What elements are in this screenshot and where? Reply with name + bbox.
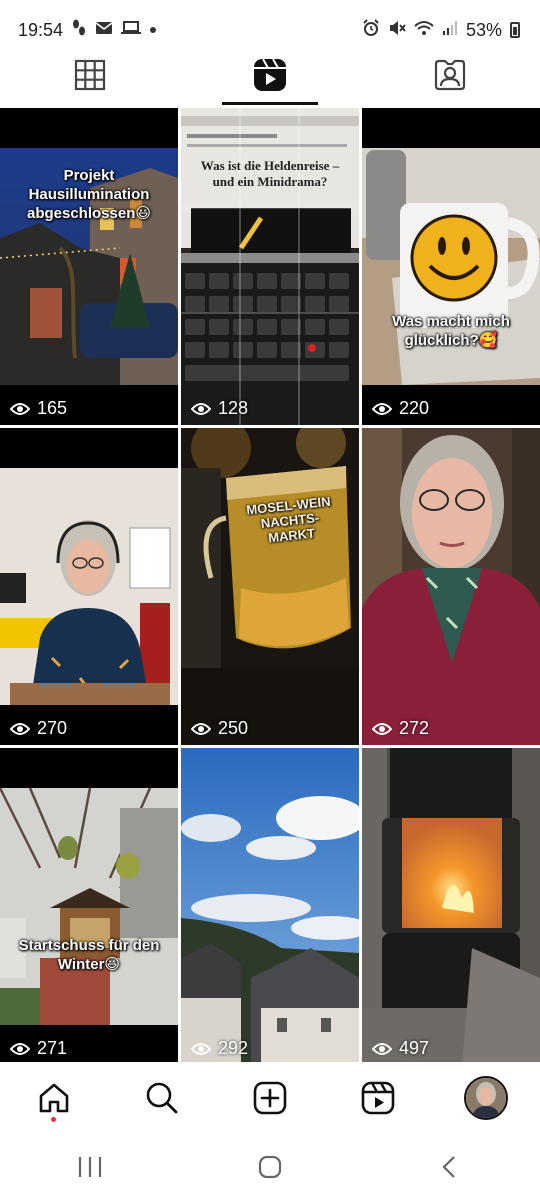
tagged-icon [434,59,466,91]
nav-reels[interactable] [348,1068,408,1128]
battery-percent: 53% [465,19,502,40]
reel-thumbnail [181,428,359,745]
view-count-value: 270 [37,718,68,738]
view-count: 128 [191,398,248,419]
reel-tile-7[interactable]: Startschuss für den Winter😃 271 [0,748,178,1065]
alarm-icon [362,19,380,41]
status-right: 53% [362,19,520,41]
view-count-value: 128 [218,398,249,418]
grid-icon [74,59,106,91]
view-count-value: 250 [218,718,249,738]
notification-dot [51,1117,56,1122]
tab-grid[interactable] [0,42,180,108]
recents-button[interactable] [50,1139,130,1195]
reel-tile-2[interactable]: Was ist die Heldenreise – und ein Minidr… [181,108,359,425]
reel-tile-8[interactable]: 292 [181,748,359,1065]
eye-icon [10,402,30,415]
eye-icon [372,402,392,415]
reel-thumbnail [362,108,540,425]
eye-icon [10,1042,30,1055]
eye-icon [10,722,30,735]
reel-thumbnail [0,748,178,1065]
view-count: 272 [372,718,429,739]
search-icon [146,1082,178,1114]
view-count-value: 271 [37,1038,68,1058]
tab-reels[interactable] [180,42,360,108]
clock: 19:54 [18,19,64,40]
profile-avatar [464,1076,508,1120]
reel-caption: Startschuss für den Winter😃 [18,937,160,973]
view-count: 220 [372,398,429,419]
reel-thumbnail [181,108,359,425]
view-count-value: 272 [399,718,430,738]
home-icon [39,1083,69,1113]
nav-home[interactable] [24,1068,84,1128]
view-count: 270 [10,718,67,739]
view-count-value: 220 [399,398,430,418]
eye-icon [191,722,211,735]
view-count: 497 [372,1038,429,1059]
nav-create[interactable] [240,1068,300,1128]
nav-profile[interactable] [456,1068,516,1128]
status-left: 19:54 [18,19,157,41]
view-count: 250 [191,718,248,739]
view-count: 271 [10,1038,67,1059]
screen-article-title: Was ist die Heldenreise – und ein Minidr… [200,158,340,189]
reel-tile-4[interactable]: 270 [0,428,178,745]
battery-icon [510,22,520,38]
eye-icon [191,1042,211,1055]
system-nav [0,1134,540,1200]
view-count-value: 165 [37,398,68,418]
reels-icon [361,1081,395,1115]
back-icon [442,1156,455,1178]
reel-thumbnail [0,428,178,745]
reel-thumbnail [0,108,178,425]
steps-icon [71,19,87,41]
view-count-value: 497 [399,1038,430,1058]
reels-icon [254,58,286,91]
reel-thumbnail [362,748,540,1065]
bottom-nav [0,1062,540,1134]
home-button[interactable] [230,1139,310,1195]
reel-tile-3[interactable]: Was macht mich glücklich?🥰 220 [362,108,540,425]
reels-grid: Projekt Hausillumination abgeschlossen😃 … [0,108,540,1065]
back-button[interactable] [410,1139,490,1195]
wifi-icon [414,20,434,40]
signal-icon [442,20,458,40]
mute-icon [388,19,406,41]
reel-caption: Projekt Hausillumination abgeschlossen😃 [26,167,151,222]
reel-tile-5[interactable]: MOSEL-WEIN NACHTS-MARKT 250 [181,428,359,745]
laptop-icon [121,21,142,39]
eye-icon [372,722,392,735]
profile-tabs [0,42,540,108]
home-button-icon [258,1155,282,1179]
view-count: 292 [191,1038,248,1059]
create-icon [253,1081,287,1115]
nav-search[interactable] [132,1068,192,1128]
reel-tile-6[interactable]: 272 [362,428,540,745]
recents-icon [78,1157,102,1177]
eye-icon [191,402,211,415]
dot-icon [149,22,157,38]
view-count: 165 [10,398,67,419]
reel-tile-1[interactable]: Projekt Hausillumination abgeschlossen😃 … [0,108,178,425]
reel-tile-9[interactable]: 497 [362,748,540,1065]
reel-caption: Was macht mich glücklich?🥰 [392,313,510,349]
tab-tagged[interactable] [360,42,540,108]
eye-icon [372,1042,392,1055]
mail-icon [95,21,113,39]
view-count-value: 292 [218,1038,249,1058]
reel-thumbnail [362,428,540,745]
reel-thumbnail [181,748,359,1065]
